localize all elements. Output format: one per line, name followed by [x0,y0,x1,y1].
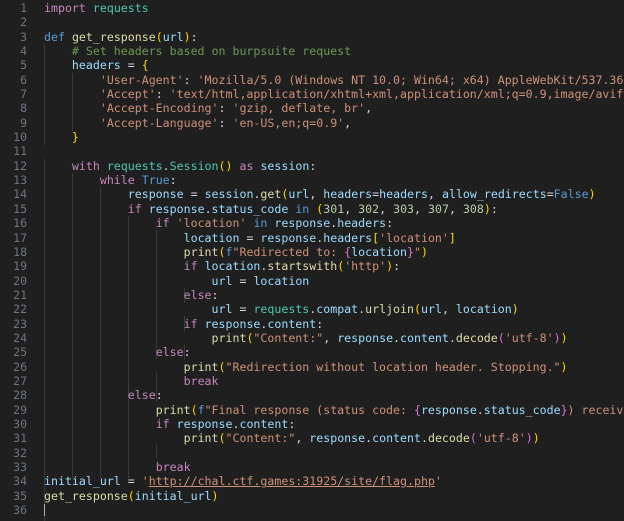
code-line: print(f"Redirected to: {location}") [183,244,428,259]
code-line: if response.content: [155,416,296,431]
line-number: 22 [13,302,27,317]
code-line: def get_response(url): [44,29,198,44]
code-line: print("Redirection without location head… [183,359,568,374]
code-line: get_response(initial_url) [44,488,219,503]
code-line: headers = { [71,58,149,73]
line-number: 11 [13,144,27,159]
line-number: 21 [13,287,27,302]
code-line [33,503,624,517]
line-number: 15 [13,201,27,216]
code-line: 'Accept-Encoding': 'gzip, deflate, br', [99,101,373,116]
line-number: 29 [13,402,27,417]
text-cursor [44,504,45,517]
line-number: 36 [13,503,27,518]
line-number: 25 [13,345,27,360]
code-line: print(f"Final response (status code: {re… [155,402,624,417]
code-content[interactable]: import requests def get_response(url): #… [33,0,624,521]
code-line: initial_url = 'http://chal.ctf.games:319… [44,474,442,489]
code-line: if response.content: [183,316,324,331]
line-number: 2 [20,15,27,30]
line-number: 19 [13,259,27,274]
code-line: response = session.get(url, headers=head… [127,187,596,202]
line-number: 16 [13,216,27,231]
line-number: 17 [13,230,27,245]
line-number: 33 [13,460,27,474]
line-number: 10 [13,130,27,145]
code-line: break [155,460,191,474]
code-line: print("Content:", response.content.decod… [211,330,568,345]
line-number: 27 [13,373,27,388]
code-line: if location.startswith('http'): [183,259,401,274]
line-number: 8 [20,101,27,116]
line-number: 28 [13,388,27,403]
line-number: 23 [13,316,27,331]
code-line: 'Accept-Language': 'en-US,en;q=0.9', [99,115,352,130]
line-number: 18 [13,244,27,259]
code-line: else: [155,345,191,360]
line-number: 26 [13,359,27,374]
code-line: while True: [99,173,177,188]
line-number: 24 [13,330,27,345]
line-number: 14 [13,187,27,202]
line-number: 34 [13,474,27,489]
line-number: 32 [13,445,27,460]
code-editor[interactable]: 1 2 3 4 5 6 7 8 9 10 11 12 13 14 15 16 1… [0,0,624,521]
line-number: 7 [20,87,27,102]
code-line: with requests.Session() as session: [71,158,317,173]
line-number: 5 [20,58,27,73]
code-line: location = response.headers['location'] [183,230,456,245]
line-number: 12 [13,158,27,173]
line-number: 9 [20,115,27,130]
url-link[interactable]: http://chal.ctf.games:31925/site/flag.ph… [149,474,435,488]
line-number: 13 [13,173,27,188]
code-line: break [183,373,219,388]
line-number: 6 [20,72,27,87]
line-number-gutter: 1 2 3 4 5 6 7 8 9 10 11 12 13 14 15 16 1… [0,0,33,521]
line-number: 30 [13,416,27,431]
code-line: } [71,130,79,145]
line-number: 3 [20,29,27,44]
code-line: # Set headers based on burpsuite request [71,44,352,59]
code-line: else: [127,388,163,403]
code-line: print("Content:", response.content.decod… [183,431,540,446]
code-line: if response.status_code in (301, 302, 30… [127,201,498,216]
line-number: 4 [20,44,27,59]
code-line: 'User-Agent': 'Mozilla/5.0 (Windows NT 1… [99,72,624,87]
code-line: url = requests.compat.urljoin(url, locat… [211,302,519,317]
code-line: url = location [211,273,310,288]
code-line: else: [183,287,219,302]
line-number: 31 [13,431,27,446]
code-line: import requests [44,1,149,15]
code-line: if 'location' in response.headers: [155,216,394,231]
line-number: 20 [13,273,27,288]
code-line: 'Accept': 'text/html,application/xhtml+x… [99,87,624,102]
line-number: 1 [20,1,27,15]
line-number: 35 [13,488,27,503]
